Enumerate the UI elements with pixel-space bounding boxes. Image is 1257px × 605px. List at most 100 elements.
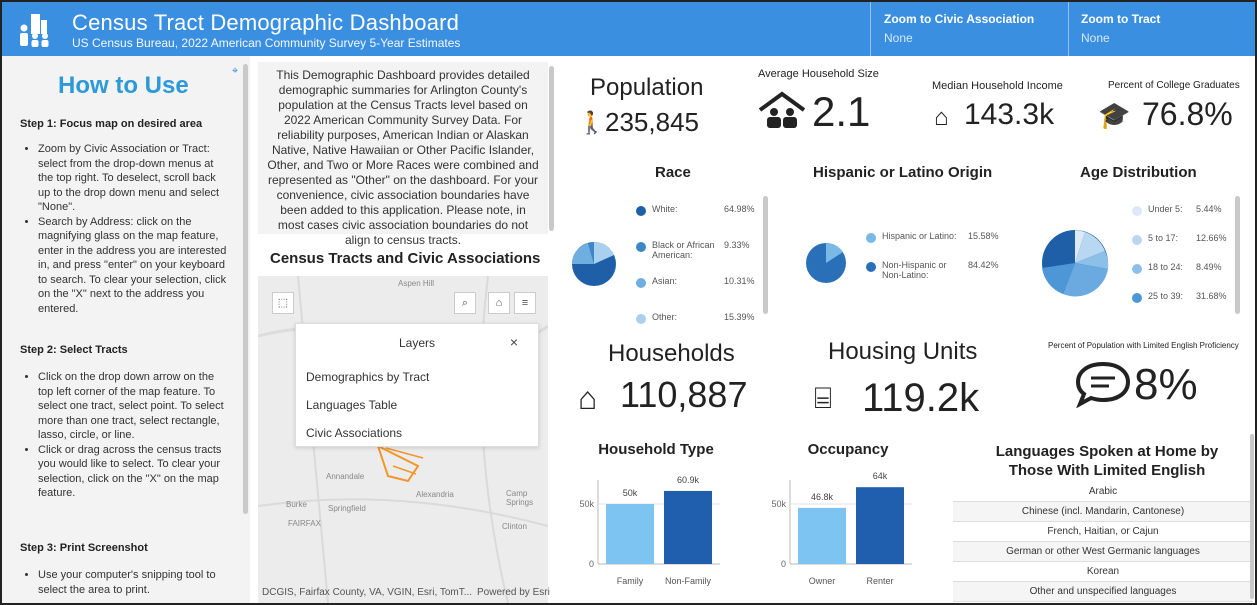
households-value: 110,887 (620, 374, 748, 415)
graduation-cap-icon: 🎓 (1098, 100, 1131, 130)
search-icon[interactable]: ⌕ (454, 292, 476, 314)
header-divider (1068, 2, 1069, 56)
step2-heading: Step 2: Select Tracts (20, 344, 128, 356)
bar-value-label: 60.9k (677, 475, 700, 485)
header-divider (870, 2, 871, 56)
step1-bullet-search: Search by Address: click on the magnifyi… (38, 215, 228, 317)
step1-bullet-zoom: Zoom by Civic Association or Tract: sele… (38, 142, 228, 215)
age-legend-dot (1132, 264, 1142, 274)
race-scrollbar[interactable] (763, 196, 768, 314)
bar[interactable] (606, 504, 654, 564)
age-scrollbar[interactable] (1235, 196, 1240, 314)
y-tick-label: 50k (771, 499, 786, 509)
x-tick-label: Renter (866, 576, 893, 586)
avg-household-value: 2.1 (812, 88, 871, 135)
hispanic-title: Hispanic or Latino Origin (813, 164, 993, 181)
x-tick-label: Non-Family (665, 576, 712, 586)
bar[interactable] (856, 487, 904, 564)
language-row[interactable]: Korean (953, 562, 1253, 582)
race-legend-value: 15.39% (724, 312, 755, 322)
hispanic-legend-value: 84.42% (968, 260, 999, 270)
race-legend-value: 10.31% (724, 276, 755, 286)
race-legend-label: Black or African American: (652, 240, 715, 260)
powered-by-esri[interactable]: Powered by Esri (477, 587, 550, 598)
college-value: 76.8% (1142, 96, 1233, 132)
household-icon (758, 91, 806, 128)
language-row[interactable]: Other and unspecified languages (953, 582, 1253, 602)
layers-panel: Layers × Demographics by Tract Languages… (295, 323, 539, 447)
y-tick-label: 50k (579, 499, 594, 509)
race-legend-label: White: (652, 204, 678, 214)
y-tick-label: 0 (589, 559, 594, 569)
step2-bullet-select: Click or drag across the census tracts y… (38, 443, 228, 501)
hispanic-legend-value: 15.58% (968, 231, 999, 241)
layers-icon[interactable]: ≡ (514, 292, 536, 314)
race-legend-dot (636, 278, 646, 288)
y-tick-label: 0 (781, 559, 786, 569)
map-label-clinton: Clinton (502, 522, 527, 531)
x-tick-label: Family (617, 576, 644, 586)
select-tool-button[interactable]: ⬚ (272, 292, 294, 314)
hispanic-legend-label: Hispanic or Latino: (882, 231, 957, 241)
race-legend-label: Other: (652, 312, 678, 322)
housing-units-label: Housing Units (828, 338, 978, 365)
college-label: Percent of College Graduates (1108, 80, 1240, 91)
avg-household-label: Average Household Size (758, 68, 879, 80)
age-legend-dot (1132, 293, 1142, 303)
age-legend-value: 5.44% (1196, 204, 1222, 214)
layer-item[interactable]: Languages Table (306, 398, 397, 412)
languages-scrollbar[interactable] (1250, 434, 1254, 599)
map-label-camp-springs: Camp Springs (506, 489, 534, 507)
step1-heading: Step 1: Focus map on desired area (20, 118, 203, 130)
close-icon[interactable]: × (510, 334, 518, 350)
map-label-alexandria: Alexandria (416, 490, 454, 499)
race-legend-value: 9.33% (724, 240, 750, 250)
hispanic-pie-chart[interactable] (805, 242, 847, 284)
home-icon[interactable]: ⌂ (488, 292, 510, 314)
layer-item[interactable]: Civic Associations (306, 426, 402, 440)
bar[interactable] (664, 490, 712, 564)
zoom-tract-value: None (1081, 31, 1110, 45)
map-label-fairfax: FAIRFAX (288, 519, 321, 528)
house-person-icon: ⌂ (578, 380, 598, 416)
how-to-use-panel: How to Use ⌖ Step 1: Focus map on desire… (2, 56, 250, 603)
zoom-civic-value: None (884, 31, 913, 45)
age-legend-value: 31.68% (1196, 291, 1227, 301)
layer-item[interactable]: Demographics by Tract (306, 370, 429, 384)
x-tick-label: Owner (809, 576, 836, 586)
race-pie-chart[interactable] (570, 240, 618, 288)
zoom-civic-dropdown[interactable]: Zoom to Civic Association None (884, 12, 1034, 45)
race-legend-dot (636, 206, 646, 216)
layers-title: Layers (398, 336, 436, 350)
instructions-scrollbar[interactable] (243, 64, 248, 514)
age-legend-dot (1132, 206, 1142, 216)
bar-value-label: 64k (873, 471, 888, 481)
language-row[interactable]: French, Haitian, or Cajun (953, 522, 1253, 542)
population-value: 235,845 (605, 107, 699, 137)
how-to-use-title: How to Use (58, 72, 189, 99)
income-label: Median Household Income (932, 80, 1063, 92)
race-legend-value: 64.98% (724, 204, 755, 214)
hispanic-legend-label: Non-Hispanic or Non-Latino: (882, 260, 947, 280)
age-legend-value: 12.66% (1196, 233, 1227, 243)
building-icon: ⌸ (814, 382, 832, 415)
money-house-icon: ⌂ (934, 104, 949, 131)
header-bar: Census Tract Demographic Dashboard US Ce… (2, 2, 1255, 56)
language-row[interactable]: German or other West Germanic languages (953, 542, 1253, 562)
bar-charts: Household Type 50k 0 50k Family 60.9k Non-Fami… (579, 441, 912, 586)
bar[interactable] (798, 507, 846, 564)
map-label-aspen: Aspen Hill (398, 279, 435, 288)
zoom-tract-dropdown[interactable]: Zoom to Tract None (1081, 12, 1160, 45)
intro-scrollbar[interactable] (549, 66, 554, 231)
map-title: Census Tracts and Civic Associations (270, 250, 541, 267)
pin-icon[interactable]: ⌖ (232, 65, 238, 78)
language-row[interactable]: Chinese (incl. Mandarin, Cantonese) (953, 502, 1253, 522)
map-attribution: DCGIS, Fairfax County, VA, VGIN, Esri, T… (262, 587, 473, 598)
age-pie-chart[interactable] (1040, 228, 1110, 298)
language-row[interactable]: Arabic (953, 482, 1253, 502)
bar-chart-title: Occupancy (808, 441, 890, 458)
english-label: Percent of Population with Limited Engli… (1048, 341, 1239, 350)
step3-bullet-print: Use your computer's snipping tool to sel… (38, 568, 228, 597)
intro-text: This Demographic Dashboard provides deta… (258, 62, 548, 247)
race-title: Race (655, 164, 691, 181)
